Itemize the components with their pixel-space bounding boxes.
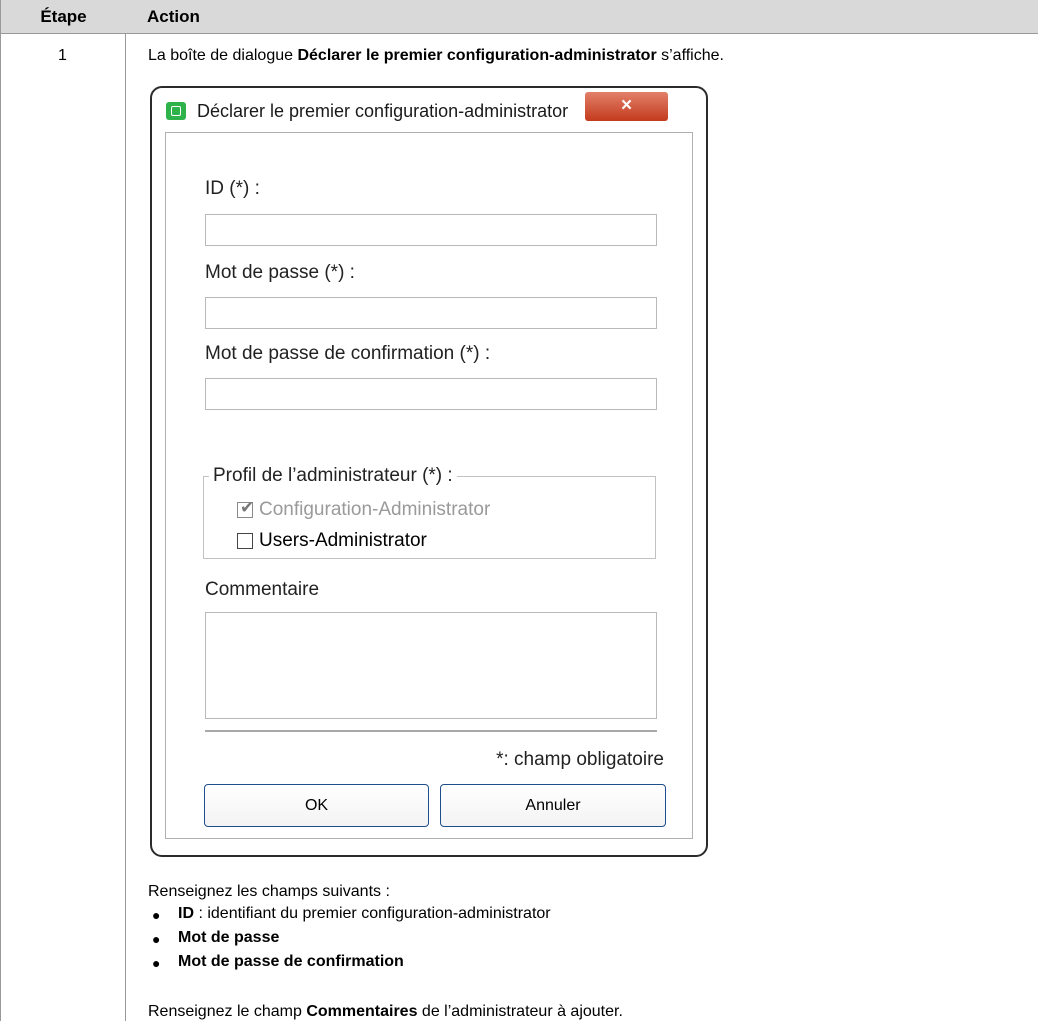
profile-config-admin-label: Configuration-Administrator: [259, 499, 491, 520]
dialog-client-area: ID (*) : Mot de passe (*) : Mot de passe…: [165, 132, 693, 839]
app-icon: [166, 102, 186, 120]
profile-group-label: Profil de l’administrateur (*) :: [209, 465, 457, 487]
comment-textarea[interactable]: [205, 612, 657, 719]
bullet-icon: ●: [152, 955, 161, 971]
intro-dialog-name: Déclarer le premier configuration-admini…: [297, 47, 657, 64]
bullet-item-id: ID : identifiant du premier configuratio…: [178, 905, 551, 923]
table-column-divider: [125, 33, 126, 1021]
comment-instruction: Renseignez le champ Commentaires de l’ad…: [148, 1003, 623, 1021]
fill-fields-intro: Renseignez les champs suivants :: [148, 883, 390, 900]
intro-suffix: s’affiche.: [656, 47, 724, 64]
bullet-item-password: Mot de passe: [178, 929, 279, 947]
procedure-table: Étape Action 1 La boîte de dialogue Décl…: [0, 0, 1038, 1021]
dialog-title: Déclarer le premier configuration-admini…: [197, 101, 569, 121]
required-field-note: *: champ obligatoire: [496, 749, 664, 770]
ok-button[interactable]: OK: [204, 784, 429, 827]
column-header-action-label: Action: [147, 7, 200, 26]
password-label: Mot de passe (*) :: [205, 262, 355, 283]
column-header-action: Action: [126, 0, 1038, 34]
comment-label: Commentaire: [205, 579, 320, 600]
step-number: 1: [58, 47, 67, 64]
profile-groupbox: Profil de l’administrateur (*) : ✔ Confi…: [203, 465, 656, 559]
close-icon: ×: [620, 95, 633, 116]
comment-instruction-prefix: Renseignez le champ: [148, 1003, 307, 1020]
column-header-step-label: Étape: [40, 7, 87, 26]
cancel-button[interactable]: Annuler: [440, 784, 666, 827]
footer-separator: [205, 730, 657, 732]
confirm-password-input[interactable]: [205, 378, 657, 410]
profile-users-admin-label: Users-Administrator: [259, 530, 427, 551]
bullet-icon: ●: [152, 931, 161, 947]
bullet-id-bold: ID: [178, 905, 194, 922]
id-input[interactable]: [205, 214, 657, 246]
comment-instruction-suffix: de l’administrateur à ajouter.: [417, 1003, 623, 1020]
id-label: ID (*) :: [205, 178, 260, 199]
table-border-left: [0, 33, 1, 1021]
step-intro-text: La boîte de dialogue Déclarer le premier…: [148, 47, 724, 65]
checkbox-unchecked-icon: [237, 533, 253, 549]
password-input[interactable]: [205, 297, 657, 329]
bullet-password-bold: Mot de passe: [178, 929, 280, 946]
column-header-step: Étape: [0, 0, 127, 34]
bullet-confirm-bold: Mot de passe de confirmation: [178, 953, 404, 970]
comment-instruction-bold: Commentaires: [306, 1003, 418, 1020]
intro-prefix: La boîte de dialogue: [148, 47, 298, 64]
confirm-password-label: Mot de passe de confirmation (*) :: [205, 343, 491, 364]
dialog-titlebar[interactable]: Déclarer le premier configuration-admini…: [152, 88, 706, 134]
declare-admin-dialog: Déclarer le premier configuration-admini…: [150, 86, 708, 857]
bullet-icon: ●: [152, 907, 161, 923]
bullet-item-confirm: Mot de passe de confirmation: [178, 953, 404, 971]
close-button[interactable]: ×: [585, 92, 668, 121]
bullet-id-text: : identifiant du premier configuration-a…: [194, 905, 551, 922]
checkbox-checked-icon: ✔: [237, 498, 254, 518]
